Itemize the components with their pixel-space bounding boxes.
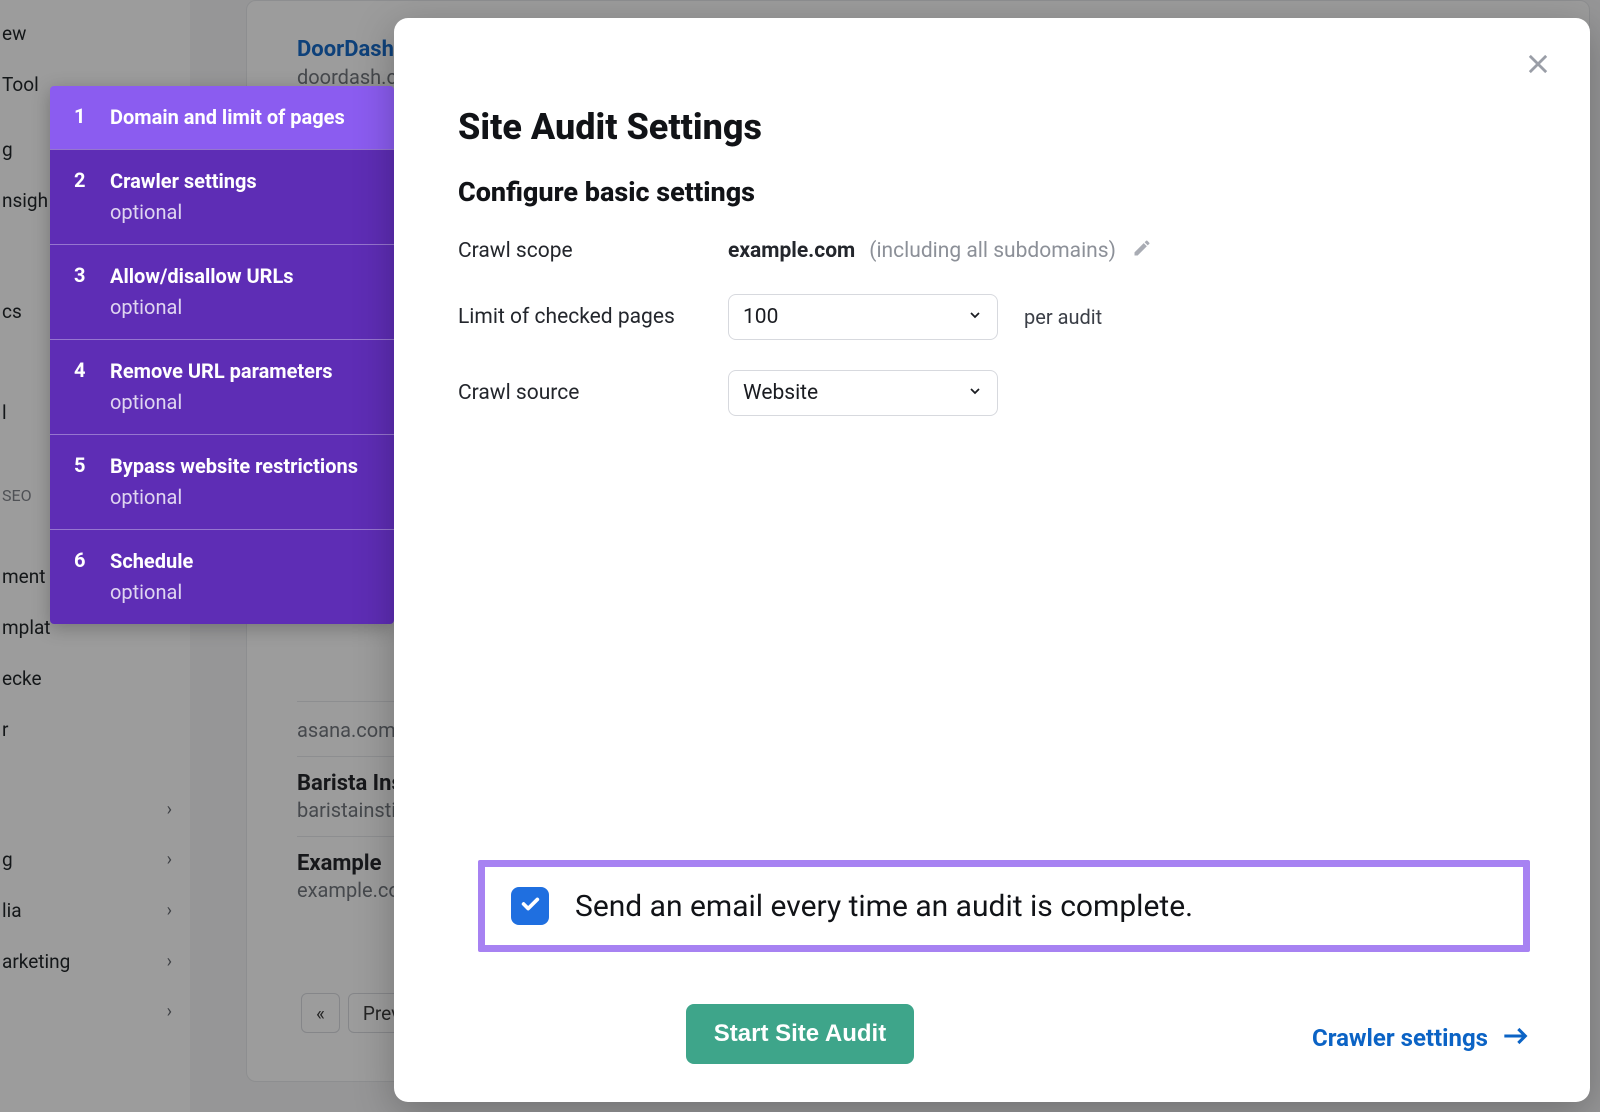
chevron-right-icon: › (167, 849, 172, 870)
email-notification-checkbox[interactable] (511, 887, 549, 925)
modal-subtitle: Configure basic settings (458, 176, 1526, 208)
crawl-source-label: Crawl source (458, 381, 728, 405)
check-icon (519, 893, 541, 919)
wizard-step-2[interactable]: 2 Crawler settingsoptional (50, 149, 394, 244)
start-site-audit-button[interactable]: Start Site Audit (686, 1004, 914, 1064)
limit-pages-select[interactable]: 100 (728, 294, 998, 340)
wizard-steps: 1 Domain and limit of pages 2 Crawler se… (50, 86, 394, 624)
pencil-icon (1132, 238, 1152, 264)
bg-project-link[interactable]: DoorDash (297, 37, 394, 62)
chevron-right-icon: › (167, 799, 172, 820)
wizard-step-4[interactable]: 4 Remove URL parametersoptional (50, 339, 394, 434)
edit-scope-button[interactable] (1132, 238, 1152, 264)
limit-pages-value: 100 (743, 305, 778, 329)
close-icon (1524, 50, 1552, 82)
wizard-step-6[interactable]: 6 Scheduleoptional (50, 529, 394, 624)
chevron-right-icon: › (167, 951, 172, 972)
limit-pages-suffix: per audit (1024, 305, 1102, 329)
crawl-scope-label: Crawl scope (458, 239, 728, 263)
limit-pages-label: Limit of checked pages (458, 305, 728, 329)
crawl-source-value: Website (743, 381, 818, 405)
crawl-scope-note: (including all subdomains) (869, 239, 1116, 263)
chevron-down-icon (967, 305, 983, 329)
crawler-settings-link-label: Crawler settings (1312, 1024, 1488, 1052)
chevron-down-icon (967, 381, 983, 405)
chevron-right-icon: › (167, 900, 172, 921)
crawler-settings-link[interactable]: Crawler settings (1312, 1024, 1530, 1052)
wizard-step-5[interactable]: 5 Bypass website restrictionsoptional (50, 434, 394, 529)
row-limit-pages: Limit of checked pages 100 per audit (458, 294, 1526, 340)
crawl-source-select[interactable]: Website (728, 370, 998, 416)
email-notification-row: Send an email every time an audit is com… (478, 860, 1530, 952)
modal-title: Site Audit Settings (458, 106, 1526, 148)
arrow-right-icon (1502, 1024, 1530, 1052)
wizard-step-1[interactable]: 1 Domain and limit of pages (50, 86, 394, 149)
email-notification-label: Send an email every time an audit is com… (575, 889, 1193, 924)
close-button[interactable] (1520, 48, 1556, 84)
wizard-step-3[interactable]: 3 Allow/disallow URLsoptional (50, 244, 394, 339)
row-crawl-scope: Crawl scope example.com (including all s… (458, 238, 1526, 264)
row-crawl-source: Crawl source Website (458, 370, 1526, 416)
crawl-scope-value: example.com (728, 239, 855, 263)
